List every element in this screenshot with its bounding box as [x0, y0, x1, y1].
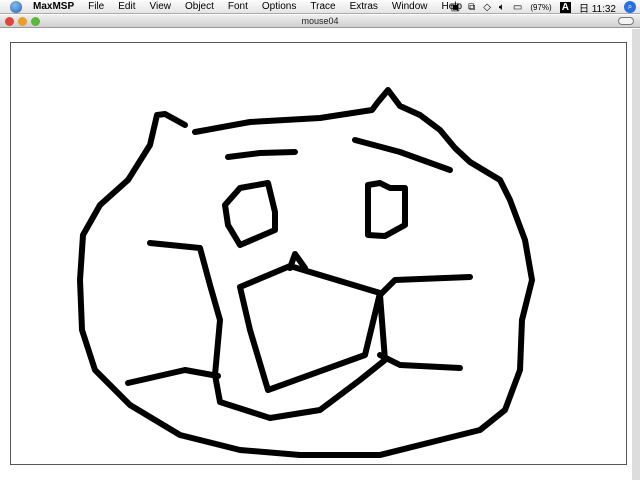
left-eye	[222, 180, 278, 248]
left-brow	[225, 149, 298, 160]
right-whisker-lower	[377, 352, 463, 371]
mouth	[237, 263, 383, 393]
right-brow	[352, 137, 453, 173]
left-whisker-lower	[125, 367, 221, 386]
right-eye	[365, 180, 408, 239]
cat-drawing	[77, 87, 535, 458]
